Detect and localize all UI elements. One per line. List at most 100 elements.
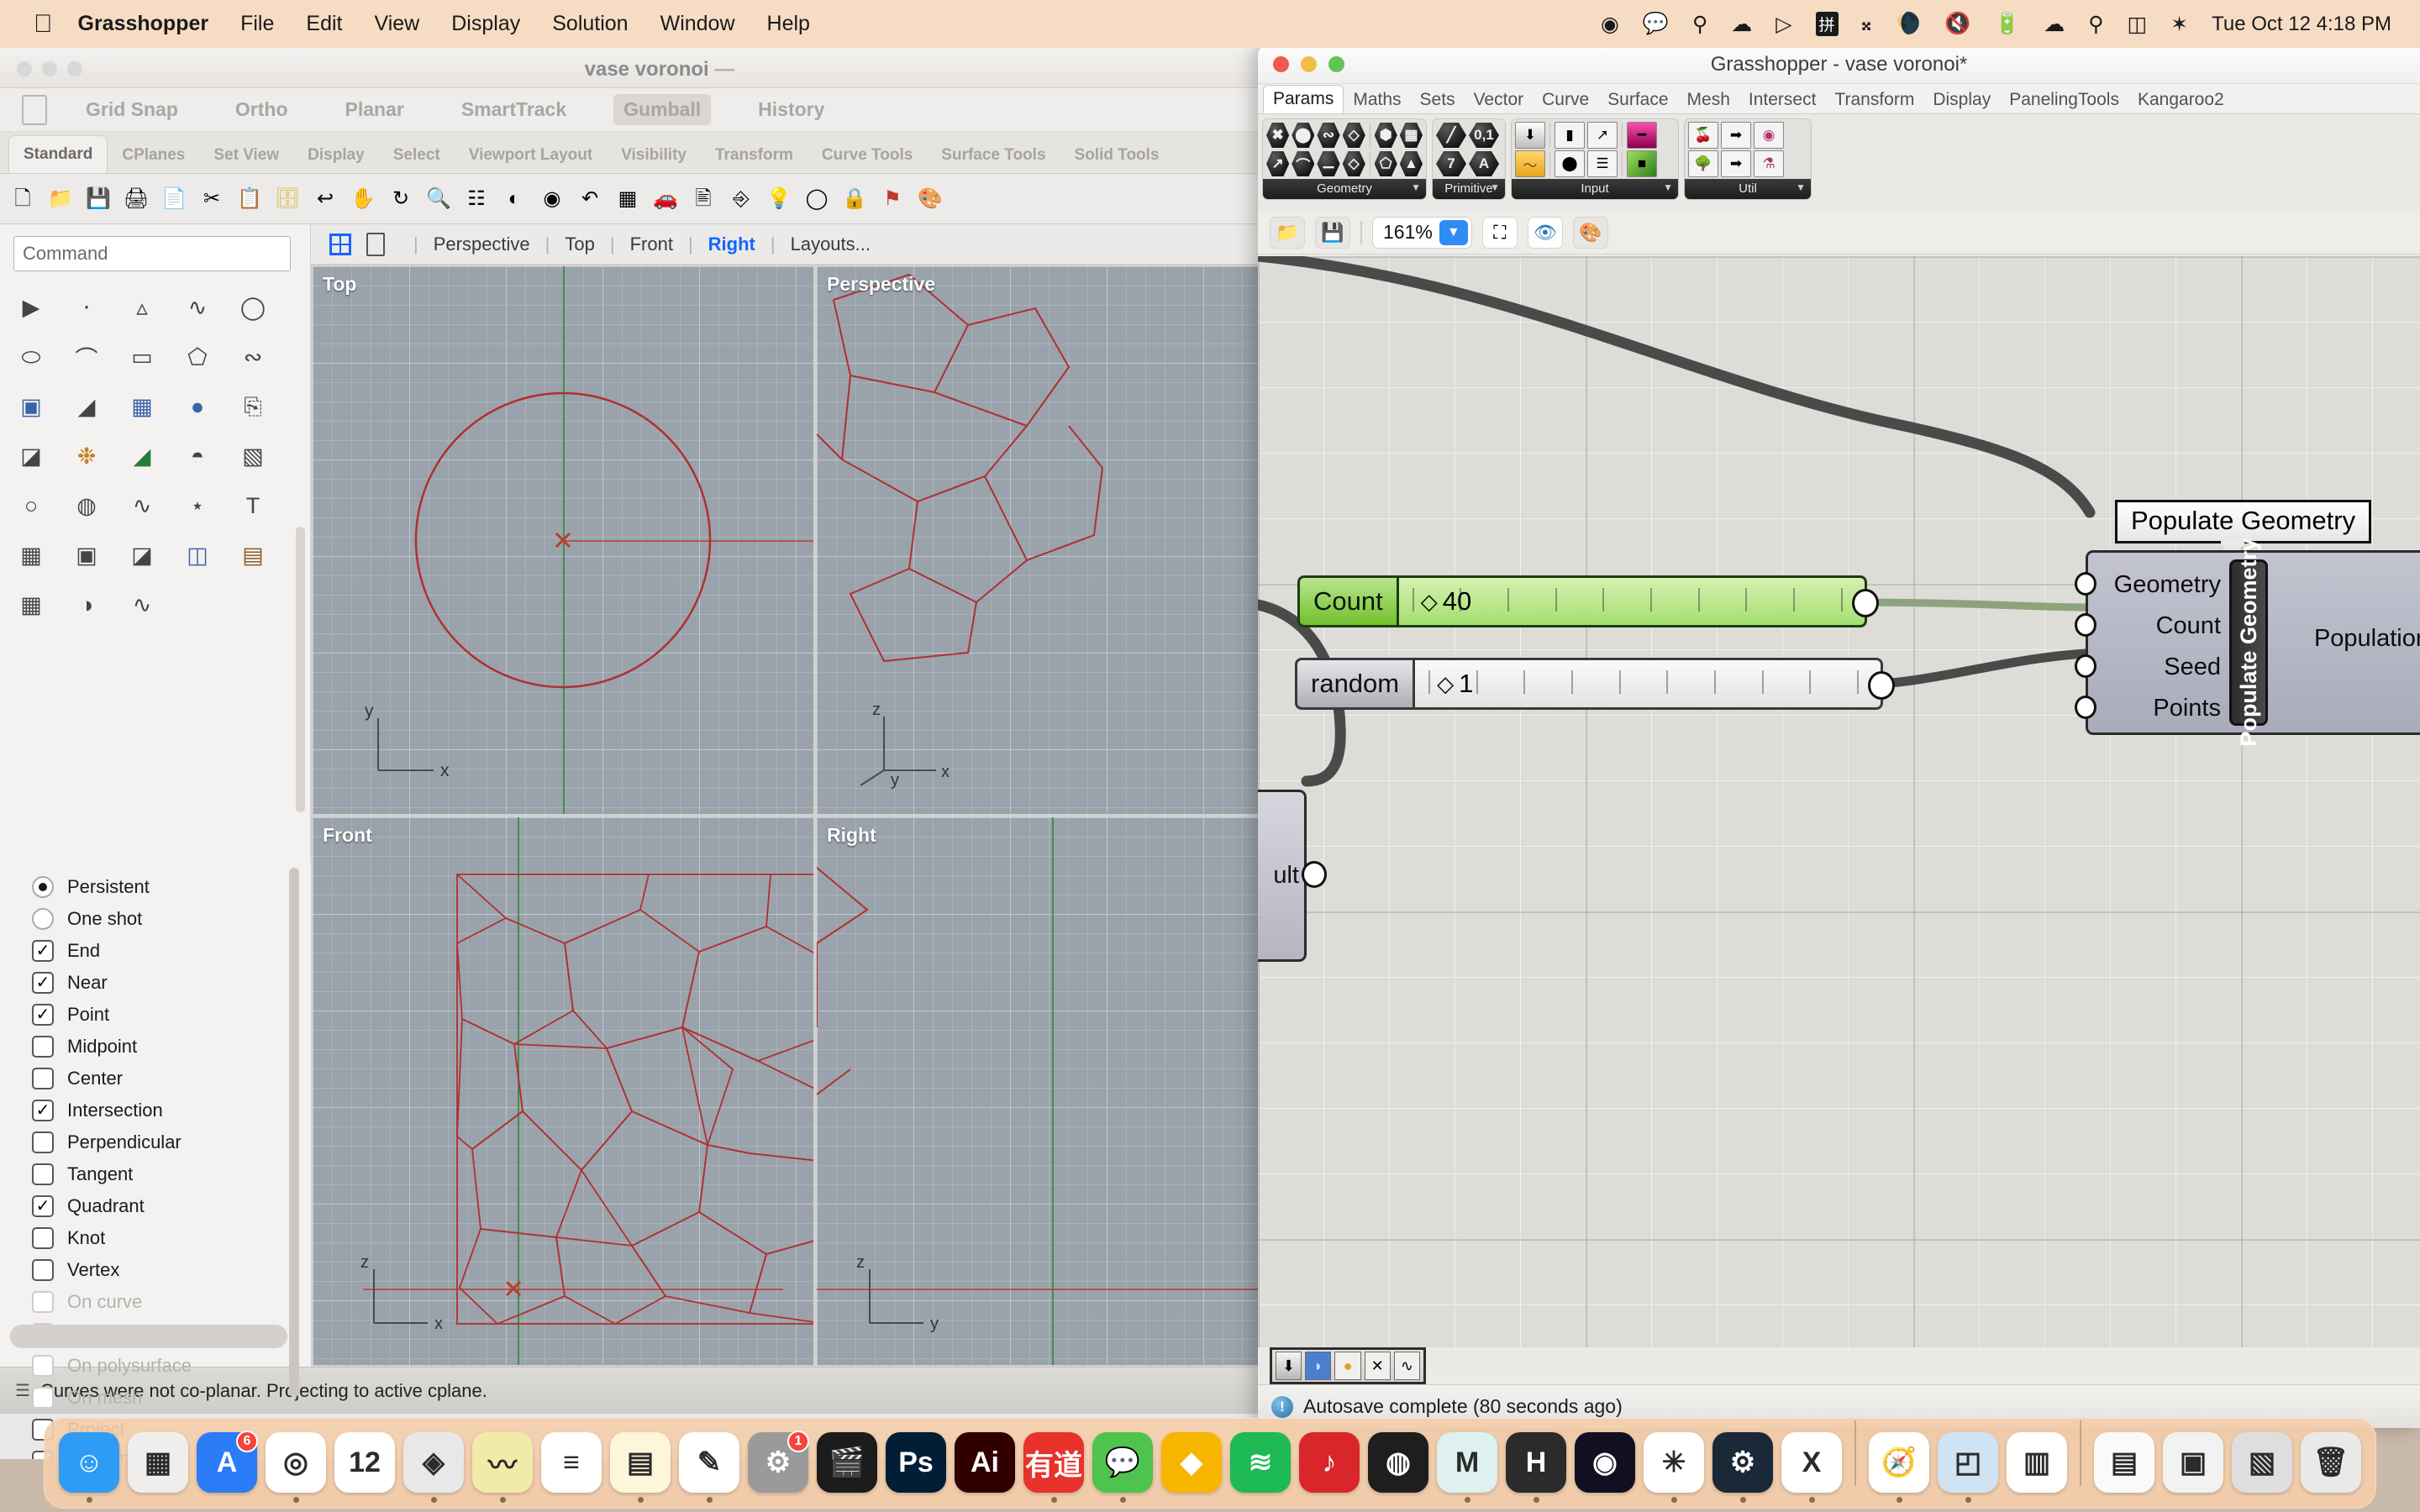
dock-item-final-cut-pro[interactable]: 🎬 (814, 1432, 880, 1503)
layers-icon[interactable]: 🖹 (687, 183, 719, 215)
slider-value-count[interactable]: 40 (1443, 586, 1471, 617)
stickies-icon[interactable]: 〰 (472, 1432, 533, 1493)
open-file-icon[interactable]: 📁 (1270, 217, 1305, 249)
brep-param-icon[interactable]: ⬤ (1292, 122, 1314, 149)
dock-item-stickies[interactable]: 〰 (470, 1432, 535, 1503)
colour-swatch-icon[interactable]: ■ (1627, 150, 1657, 177)
cube-icon[interactable]: ▦ (114, 382, 170, 432)
freeform-icon[interactable]: ∾ (225, 333, 281, 382)
patch-icon[interactable]: ▧ (225, 432, 281, 481)
light-icon[interactable]: 💡 (763, 183, 795, 215)
render-icon[interactable]: 🚗 (650, 183, 681, 215)
circle-icon[interactable]: ◯ (225, 283, 281, 333)
slider-handle-icon[interactable]: ◇ (1437, 671, 1454, 697)
rhino-tab-curve-tools[interactable]: Curve Tools (808, 137, 927, 173)
mirror-icon[interactable]: ▣ (59, 531, 114, 580)
pages-icon[interactable]: ✎ (679, 1432, 739, 1493)
open-folder-icon[interactable]: 📁 (45, 183, 76, 215)
chrome-icon[interactable]: ◎ (266, 1432, 326, 1493)
menu-item-display[interactable]: Display (451, 12, 520, 36)
dock-item-spotify[interactable]: ≋ (1228, 1432, 1293, 1503)
sweep-icon[interactable]: ◢ (114, 432, 170, 481)
grasshopper-canvas[interactable]: Count ◇ 40 random ◇ 1 (1258, 256, 2420, 1347)
toggle-gumball[interactable]: Gumball (613, 94, 711, 125)
component-populate-geometry[interactable]: Geometry Count Seed Points Populate Geom… (2086, 550, 2420, 735)
toggle-grid-snap[interactable]: Grid Snap (76, 94, 188, 125)
curve-param-icon[interactable]: ∾ (1317, 122, 1339, 149)
pinyin-input-icon[interactable]: 拼 (1816, 12, 1839, 36)
gh-tab-transform[interactable]: Transform (1825, 87, 1923, 113)
mesh-param-icon[interactable]: ⬢ (1375, 122, 1397, 149)
save-icon[interactable]: 💾 (82, 183, 114, 215)
fillet-icon[interactable]: ○ (3, 481, 59, 531)
number-slider-icon[interactable]: ⬇ (1515, 122, 1545, 149)
minimized-window-3-icon[interactable]: ▣ (2163, 1432, 2223, 1493)
command-input[interactable]: Command (13, 236, 291, 271)
dock-item-minimized-window-1[interactable]: ▥ (2004, 1432, 2070, 1503)
jitter-icon[interactable]: ◉ (1754, 122, 1784, 149)
toggle-planar[interactable]: Planar (335, 94, 414, 125)
chamfer-icon[interactable]: ◍ (59, 481, 114, 531)
gh-tab-intersect[interactable]: Intersect (1739, 87, 1826, 113)
revolve-icon[interactable]: ◓ (170, 432, 225, 481)
dock-item-safari[interactable]: 🧭 (1866, 1432, 1932, 1503)
boolean-param-icon[interactable]: 0,1 (1469, 122, 1499, 149)
text-icon[interactable]: T (225, 481, 281, 531)
dock-item-launchpad[interactable]: ▦ (125, 1432, 191, 1503)
osnap-scrollbar[interactable] (289, 868, 299, 1397)
viewport-front[interactable]: z x Front (313, 817, 813, 1365)
minimized-window-4-icon[interactable]: ▧ (2232, 1432, 2292, 1493)
slider-track-count[interactable]: ◇ 40 (1397, 575, 1867, 627)
chevron-down-icon[interactable]: ▼ (1411, 181, 1421, 193)
osnap-vertex[interactable]: Vertex (0, 1254, 311, 1286)
flask-icon[interactable]: ⚗ (1754, 150, 1784, 177)
osnap-knot[interactable]: Knot (0, 1222, 311, 1254)
four-view-layout-icon[interactable] (329, 234, 351, 255)
select-arrow-icon[interactable]: ▶ (3, 283, 59, 333)
slider-count[interactable]: Count ◇ 40 (1297, 575, 1867, 627)
checkbox-icon[interactable] (32, 1227, 54, 1249)
data-left-icon[interactable]: ➡ (1721, 150, 1751, 177)
dock-item-reminders[interactable]: ≡ (539, 1432, 604, 1503)
dock-item-maya[interactable]: M (1434, 1432, 1500, 1503)
gh-tab-sets[interactable]: Sets (1411, 87, 1465, 113)
slider-name-count[interactable]: Count (1297, 575, 1397, 627)
rhino-tab-select[interactable]: Select (379, 137, 455, 173)
wechat-icon[interactable]: 💬 (1643, 12, 1669, 36)
cut-icon[interactable]: ✂ (196, 183, 228, 215)
surface-param-icon[interactable]: ◇ (1343, 122, 1365, 149)
dock-item-rhino[interactable]: ◈ (401, 1432, 466, 1503)
menu-item-edit[interactable]: Edit (306, 12, 342, 36)
panel-icon[interactable]: 〜 (1515, 150, 1545, 177)
slider-value-random[interactable]: 1 (1459, 669, 1473, 699)
gh-tab-surface[interactable]: Surface (1598, 87, 1677, 113)
excel-icon[interactable]: X (1781, 1432, 1842, 1493)
osnap-mode-persistent[interactable]: Persistent (0, 871, 311, 903)
sketch-icon[interactable]: ◆ (1161, 1432, 1222, 1493)
arc-param-icon[interactable]: ⌒ (1292, 150, 1314, 177)
dock-item-figma[interactable]: ◍ (1365, 1432, 1431, 1503)
sphere-icon[interactable]: ● (170, 382, 225, 432)
dock-item-illustrator[interactable]: Ai (952, 1432, 1018, 1503)
gradient-icon[interactable]: ━ (1627, 122, 1657, 149)
loft-icon[interactable]: ❉ (59, 432, 114, 481)
siri-icon[interactable]: ✶ (2170, 12, 2188, 37)
checkbox-icon[interactable] (32, 1131, 54, 1153)
osnap-perpendicular[interactable]: Perpendicular (0, 1126, 311, 1158)
viewport-top[interactable]: y x Top (313, 266, 813, 814)
steam-icon[interactable]: ⚙ (1712, 1432, 1773, 1493)
preview-image-icon[interactable]: ◰ (1938, 1432, 1998, 1493)
maya-icon[interactable]: M (1437, 1432, 1497, 1493)
field-param-icon[interactable]: ▲ (1400, 150, 1423, 177)
clear-tool-icon[interactable]: ✕ (1365, 1352, 1391, 1380)
dock-item-chrome[interactable]: ◎ (263, 1432, 329, 1503)
viewport-tab-top[interactable]: Top (565, 234, 594, 255)
volume-mute-icon[interactable]: 🔇 (1944, 12, 1970, 36)
dock-item-preview-image[interactable]: ◰ (1935, 1432, 2001, 1503)
dock-item-slack[interactable]: ✳ (1641, 1432, 1707, 1503)
trim-icon[interactable]: ⋆ (170, 481, 225, 531)
checkbox-icon[interactable] (32, 1036, 54, 1058)
osnap-center[interactable]: Center (0, 1063, 311, 1095)
polygon-icon[interactable]: ⬠ (170, 333, 225, 382)
text-param-icon[interactable]: A (1469, 150, 1499, 177)
